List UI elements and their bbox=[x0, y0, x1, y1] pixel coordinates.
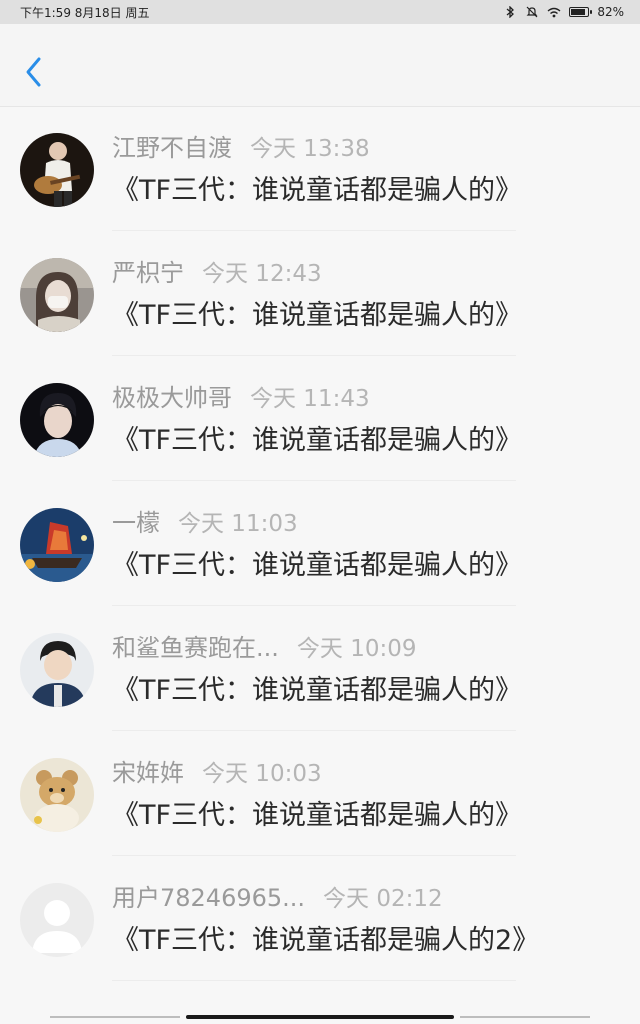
avatar[interactable] bbox=[20, 758, 94, 832]
timestamp: 今天 11:43 bbox=[250, 386, 370, 412]
status-icons: 82% bbox=[503, 5, 624, 19]
timestamp: 今天 13:38 bbox=[250, 136, 370, 162]
timestamp: 今天 10:09 bbox=[296, 636, 417, 662]
list-item[interactable]: 用户78246965... 今天 02:12 《TF三代：谁说童话都是骗人的2》 bbox=[0, 856, 640, 981]
scroll-edge-left bbox=[50, 1016, 180, 1018]
wifi-icon bbox=[547, 6, 561, 18]
battery-icon bbox=[569, 7, 593, 17]
avatar[interactable] bbox=[20, 508, 94, 582]
battery-percent: 82% bbox=[597, 5, 624, 19]
timestamp: 今天 10:03 bbox=[202, 761, 322, 787]
timestamp: 今天 11:03 bbox=[178, 511, 298, 537]
list-item[interactable]: 严枳宁 今天 12:43 《TF三代：谁说童话都是骗人的》 bbox=[0, 231, 640, 356]
avatar[interactable] bbox=[20, 383, 94, 457]
list-item[interactable]: 宋姩姩 今天 10:03 《TF三代：谁说童话都是骗人的》 bbox=[0, 731, 640, 856]
comment-meta: 极极大帅哥 今天 11:43 bbox=[112, 384, 370, 413]
comment-meta: 江野不自渡 今天 13:38 bbox=[112, 134, 370, 163]
username[interactable]: 江野不自渡 bbox=[112, 134, 232, 162]
username[interactable]: 用户78246965... bbox=[112, 884, 305, 912]
back-button[interactable] bbox=[16, 52, 52, 92]
mute-bell-icon bbox=[525, 6, 539, 18]
list-item[interactable]: 极极大帅哥 今天 11:43 《TF三代：谁说童话都是骗人的》 bbox=[0, 356, 640, 481]
comment-meta: 宋姩姩 今天 10:03 bbox=[112, 759, 322, 788]
comment-text[interactable]: 《TF三代：谁说童话都是骗人的》 bbox=[112, 299, 522, 333]
username[interactable]: 一檬 bbox=[112, 509, 160, 537]
timestamp: 今天 12:43 bbox=[202, 261, 322, 287]
comment-text[interactable]: 《TF三代：谁说童话都是骗人的》 bbox=[112, 799, 522, 833]
list-item[interactable]: 江野不自渡 今天 13:38 《TF三代：谁说童话都是骗人的》 bbox=[0, 106, 640, 231]
avatar[interactable] bbox=[20, 883, 94, 957]
comment-text[interactable]: 《TF三代：谁说童话都是骗人的2》 bbox=[112, 924, 539, 958]
status-bar: 下午1:59 8月18日 周五 82% bbox=[0, 0, 640, 24]
username[interactable]: 宋姩姩 bbox=[112, 759, 184, 787]
username[interactable]: 极极大帅哥 bbox=[112, 384, 232, 412]
comment-text[interactable]: 《TF三代：谁说童话都是骗人的》 bbox=[112, 424, 522, 458]
list-item[interactable]: 和鲨鱼赛跑在... 今天 10:09 《TF三代：谁说童话都是骗人的》 bbox=[0, 606, 640, 731]
avatar[interactable] bbox=[20, 633, 94, 707]
username[interactable]: 严枳宁 bbox=[112, 259, 184, 287]
status-time-date: 下午1:59 8月18日 周五 bbox=[20, 5, 150, 20]
comment-meta: 和鲨鱼赛跑在... 今天 10:09 bbox=[112, 634, 416, 663]
comment-text[interactable]: 《TF三代：谁说童话都是骗人的》 bbox=[112, 174, 522, 208]
comment-text[interactable]: 《TF三代：谁说童话都是骗人的》 bbox=[112, 674, 522, 708]
avatar[interactable] bbox=[20, 258, 94, 332]
username[interactable]: 和鲨鱼赛跑在... bbox=[112, 634, 279, 662]
timestamp: 今天 02:12 bbox=[323, 886, 443, 912]
comment-list: 江野不自渡 今天 13:38 《TF三代：谁说童话都是骗人的》 严枳宁 今天 12:… bbox=[0, 106, 640, 981]
list-item[interactable]: 一檬 今天 11:03 《TF三代：谁说童话都是骗人的》 bbox=[0, 481, 640, 606]
scroll-edge-right bbox=[460, 1016, 590, 1018]
bluetooth-icon bbox=[503, 6, 517, 18]
avatar[interactable] bbox=[20, 133, 94, 207]
divider bbox=[112, 980, 516, 981]
app-bar bbox=[0, 24, 640, 107]
comment-meta: 用户78246965... 今天 02:12 bbox=[112, 884, 443, 913]
comment-text[interactable]: 《TF三代：谁说童话都是骗人的》 bbox=[112, 549, 522, 583]
chevron-left-icon bbox=[26, 57, 41, 87]
home-indicator[interactable] bbox=[186, 1015, 454, 1019]
comment-meta: 严枳宁 今天 12:43 bbox=[112, 259, 322, 288]
comment-meta: 一檬 今天 11:03 bbox=[112, 509, 298, 538]
